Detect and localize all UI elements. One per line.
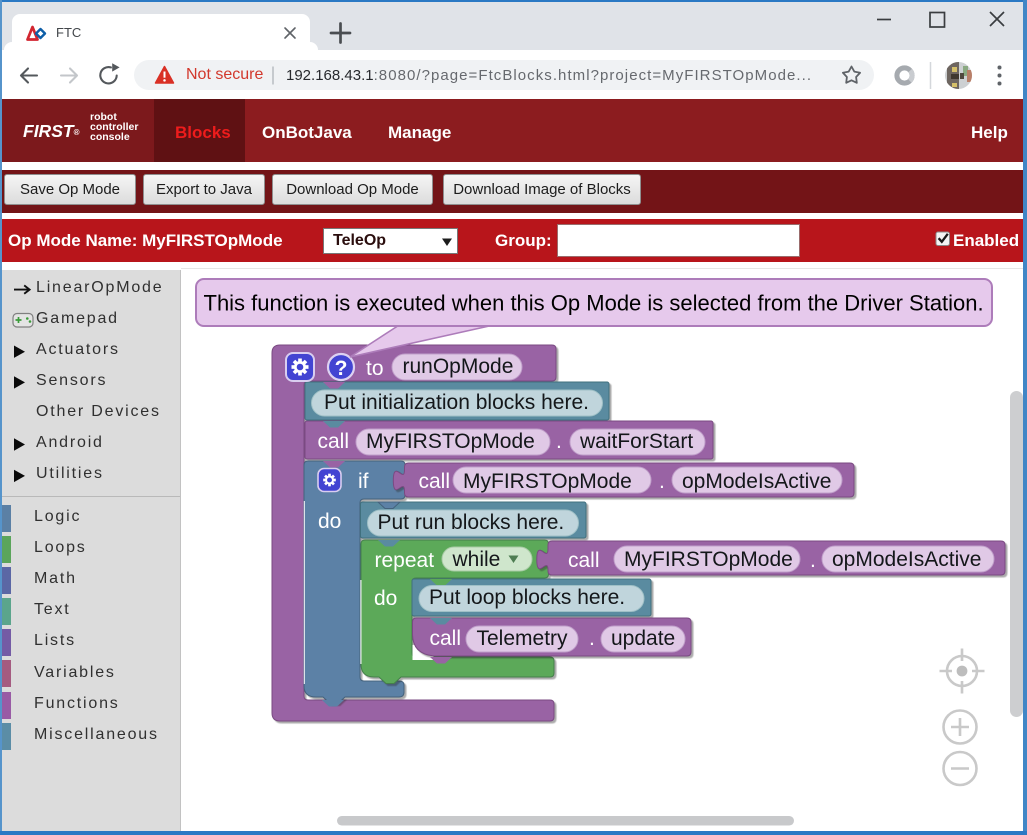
- svg-text:waitForStart: waitForStart: [579, 430, 693, 453]
- svg-text:Put run blocks here.: Put run blocks here.: [378, 511, 565, 534]
- svg-text:opModeIsActive: opModeIsActive: [682, 470, 831, 493]
- svg-text:opModeIsActive: opModeIsActive: [832, 548, 981, 571]
- svg-text:This function is executed when: This function is executed when this Op M…: [204, 291, 984, 316]
- svg-text:runOpMode: runOpMode: [403, 355, 514, 378]
- svg-text:.: .: [659, 470, 665, 493]
- svg-text:?: ?: [335, 357, 348, 380]
- svg-text:.: .: [810, 549, 816, 572]
- svg-text:while: while: [452, 548, 501, 571]
- svg-text:Put loop blocks here.: Put loop blocks here.: [429, 586, 625, 609]
- svg-text:do: do: [374, 587, 397, 610]
- svg-text:do: do: [318, 510, 341, 533]
- svg-text:update: update: [611, 627, 675, 650]
- svg-text:to: to: [366, 357, 384, 380]
- svg-text:call: call: [318, 430, 350, 453]
- svg-text:Telemetry: Telemetry: [477, 627, 569, 650]
- svg-text:MyFIRSTOpMode: MyFIRSTOpMode: [624, 548, 793, 571]
- svg-text:call: call: [419, 470, 451, 493]
- svg-text:MyFIRSTOpMode: MyFIRSTOpMode: [463, 470, 632, 493]
- svg-text:call: call: [568, 549, 600, 572]
- svg-text:.: .: [589, 627, 595, 650]
- svg-text:repeat: repeat: [375, 549, 435, 572]
- svg-text:.: .: [556, 430, 562, 453]
- svg-text:Put initialization blocks here: Put initialization blocks here.: [324, 391, 589, 414]
- svg-text:if: if: [358, 470, 369, 493]
- svg-text:MyFIRSTOpMode: MyFIRSTOpMode: [366, 430, 535, 453]
- svg-text:call: call: [430, 627, 462, 650]
